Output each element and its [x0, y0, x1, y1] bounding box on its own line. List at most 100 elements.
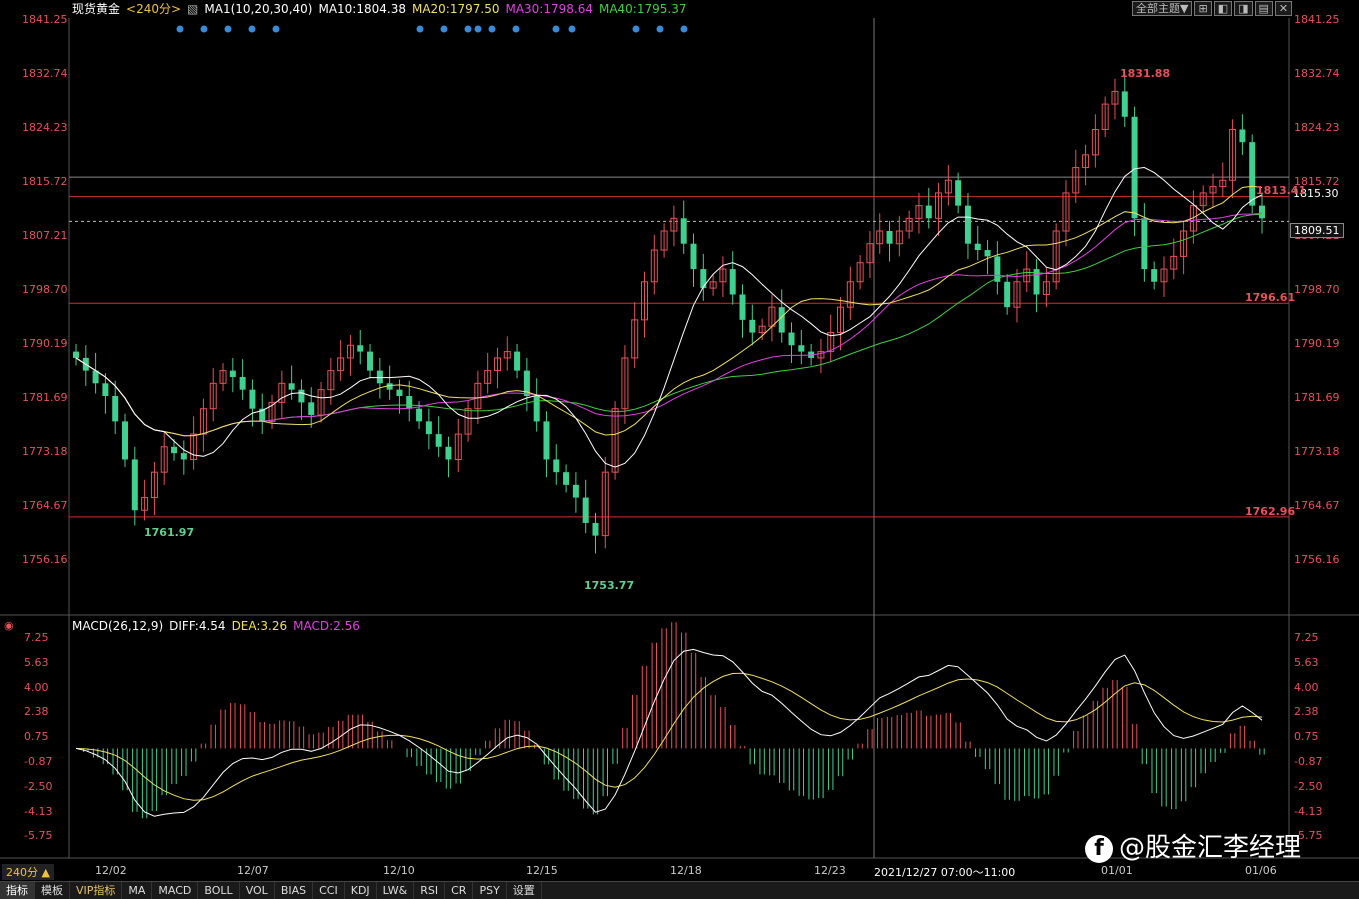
signal-dot — [656, 25, 664, 33]
watermark: f @股金汇李经理 — [1085, 827, 1301, 864]
candle-body — [533, 396, 540, 422]
bottom-tab[interactable]: BOLL — [198, 882, 240, 899]
bottom-tab[interactable]: VOL — [240, 882, 275, 899]
bottom-tab[interactable]: MA — [122, 882, 153, 899]
candle-body — [357, 345, 364, 352]
candle-body — [984, 250, 991, 257]
price-tick-right: 1824.23 — [1294, 121, 1340, 134]
signal-dot — [568, 25, 576, 33]
price-chart[interactable] — [0, 0, 1359, 898]
macd-value: MACD:2.56 — [293, 619, 360, 633]
candle-body — [102, 383, 109, 397]
candle-body — [171, 446, 178, 454]
candle-body — [239, 376, 246, 390]
candle-body — [406, 396, 413, 409]
price-tick-right: 1790.19 — [1294, 337, 1340, 350]
bottom-tab[interactable]: CR — [445, 882, 474, 899]
candle-body — [700, 269, 707, 289]
support-line-label-1: 1796.61 — [1245, 291, 1296, 304]
facebook-icon: f — [1085, 834, 1113, 863]
period-indicator[interactable]: 240分 ▲ — [2, 864, 54, 880]
macd-label[interactable]: MACD(26,12,9) — [72, 619, 163, 633]
signal-dot — [416, 25, 424, 33]
price-tick-right: 1764.67 — [1294, 499, 1340, 512]
candle-body — [514, 351, 521, 371]
candle-body — [955, 180, 962, 206]
macd-tick-left: 5.63 — [24, 655, 49, 669]
macd-tick-left: 4.00 — [24, 680, 49, 694]
candle-body — [690, 243, 697, 270]
candle-body — [416, 408, 423, 422]
signal-dot — [474, 25, 482, 33]
signal-dot — [632, 25, 640, 33]
bottom-tab[interactable]: MACD — [152, 882, 199, 899]
signal-dot — [464, 25, 472, 33]
macd-tick-right: 4.00 — [1294, 680, 1319, 694]
candle-body — [288, 383, 295, 390]
candle-body — [553, 459, 560, 473]
macd-tick-left: 7.25 — [24, 631, 49, 644]
price-tick-right: 1756.16 — [1294, 553, 1340, 566]
bottom-tab[interactable]: 设置 — [507, 882, 542, 899]
low-annotation-2: 1753.77 — [584, 579, 635, 592]
current-price-box: 1809.51 — [1290, 223, 1344, 238]
macd-dea: DEA:3.26 — [231, 619, 288, 633]
candle-body — [435, 434, 442, 447]
candle-body — [729, 269, 736, 295]
signal-dot — [552, 25, 560, 33]
bottom-tab[interactable]: VIP指标 — [70, 882, 123, 899]
macd-tick-left: 2.38 — [24, 705, 49, 719]
price-tick-left: 1764.67 — [22, 499, 68, 512]
price-tick-left: 1841.25 — [22, 13, 68, 26]
bottom-tab[interactable]: KDJ — [345, 882, 377, 899]
macd-settings-icon[interactable]: ◉ — [4, 619, 14, 632]
macd-tick-left: 0.75 — [24, 730, 49, 744]
price-tick-right: 1781.69 — [1294, 391, 1340, 404]
candle-body — [308, 402, 315, 416]
candle-body — [425, 421, 432, 435]
signal-dot — [512, 25, 520, 33]
macd-tick-right: 7.25 — [1294, 631, 1319, 644]
bottom-tab[interactable]: BIAS — [275, 882, 314, 899]
bottom-tab[interactable]: PSY — [473, 882, 507, 899]
signal-dot — [224, 25, 232, 33]
candle-body — [974, 243, 981, 251]
candle-body — [1121, 91, 1128, 117]
macd-dea-line — [75, 672, 1263, 801]
macd-tick-right: -0.87 — [1294, 755, 1323, 768]
bottom-tab[interactable]: CCI — [313, 882, 345, 899]
macd-diff: DIFF:4.54 — [169, 619, 226, 633]
candle-body — [739, 294, 746, 320]
candle-body — [563, 472, 570, 485]
price-tick-left: 1790.19 — [22, 337, 68, 350]
candle-body — [180, 453, 187, 460]
candle-body — [298, 389, 305, 403]
candle-body — [122, 421, 129, 460]
high-annotation: 1831.88 — [1120, 67, 1171, 80]
price-tick-left: 1756.16 — [22, 553, 68, 566]
macd-tick-right: 2.38 — [1294, 705, 1319, 719]
date-label: 01/01 — [1101, 864, 1133, 877]
candle-body — [925, 205, 932, 219]
candle-body — [964, 205, 971, 244]
candle-body — [1131, 116, 1138, 219]
signal-dot — [680, 25, 688, 33]
signal-dot — [440, 25, 448, 33]
price-tick-left: 1773.18 — [22, 445, 68, 458]
macd-tick-right: 5.63 — [1294, 655, 1319, 669]
price-tick-right: 1798.70 — [1294, 283, 1340, 296]
signal-dot — [176, 25, 184, 33]
bottom-tab[interactable]: 指标 — [0, 882, 35, 899]
date-label: 12/18 — [670, 864, 702, 877]
bottom-tab[interactable]: LW& — [377, 882, 415, 899]
candle-body — [229, 370, 236, 377]
bottom-tab[interactable]: 模板 — [35, 882, 70, 899]
candle-body — [592, 522, 599, 536]
macd-tick-left: -4.13 — [24, 804, 53, 818]
macd-diff-line — [75, 648, 1263, 817]
macd-tick-right: -4.13 — [1294, 804, 1323, 818]
bottom-tab[interactable]: RSI — [414, 882, 446, 899]
price-tick-left: 1781.69 — [22, 391, 68, 404]
candle-body — [1249, 142, 1256, 206]
signal-dot — [200, 25, 208, 33]
